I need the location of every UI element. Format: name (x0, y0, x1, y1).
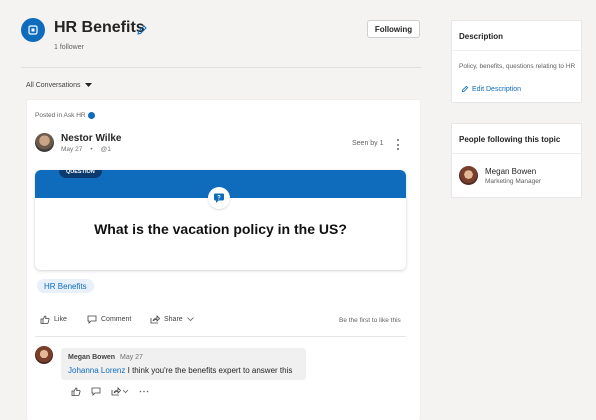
seen-by[interactable]: Seen by 1 (352, 140, 384, 147)
reply-actions (71, 387, 149, 396)
page-title: HR Benefits (54, 19, 145, 36)
filter-label: All Conversations (26, 82, 81, 89)
question-icon: ? (208, 187, 230, 209)
like-label: Like (54, 316, 67, 323)
description-title: Description (459, 32, 504, 41)
thumbs-up-icon (40, 315, 50, 324)
conversation-filter[interactable]: All Conversations (26, 82, 93, 89)
reply-message: I think you're the benefits expert to an… (127, 366, 293, 375)
verified-icon (87, 112, 95, 119)
share-icon[interactable] (111, 387, 129, 396)
like-prompt: Be the first to like this (339, 317, 401, 324)
followers-title: People following this topic (459, 135, 561, 144)
edit-description-link[interactable]: Edit Description (461, 85, 521, 93)
panel-divider (451, 153, 582, 154)
mention-count[interactable]: @1 (101, 146, 111, 153)
comment-icon (87, 315, 97, 324)
topic-tag[interactable]: HR Benefits (37, 279, 94, 293)
panel-divider (451, 50, 582, 51)
reply-author[interactable]: Megan Bowen (68, 354, 115, 361)
reply-date: May 27 (120, 354, 143, 361)
question-box: QUESTION ? What is the vacation policy i… (35, 170, 406, 270)
comment-icon[interactable] (91, 387, 101, 396)
edit-icon (461, 85, 469, 93)
question-text: What is the vacation policy in the US? (94, 221, 347, 237)
avatar[interactable] (459, 166, 478, 185)
avatar[interactable] (35, 133, 54, 152)
topic-icon (21, 18, 45, 42)
description-text: Policy, benefits, questions relating to … (459, 63, 576, 70)
posted-in: Posted in Ask HR (35, 112, 95, 119)
meta-separator: • (90, 146, 93, 153)
edit-description-label: Edit Description (472, 85, 522, 93)
comment-button[interactable]: Comment (87, 315, 131, 324)
share-label: Share (164, 316, 183, 323)
like-button[interactable]: Like (40, 315, 67, 324)
comment-label: Comment (101, 316, 132, 323)
card-divider (35, 336, 406, 337)
share-icon (150, 315, 160, 324)
following-button[interactable]: Following (367, 20, 420, 38)
follower-role: Marketing Manager (485, 178, 541, 185)
thumbs-up-icon[interactable] (71, 387, 81, 396)
header-divider (21, 67, 421, 68)
more-options-icon[interactable] (396, 139, 400, 150)
svg-text:?: ? (217, 195, 221, 201)
mention-link[interactable]: Johanna Lorenz (68, 366, 125, 375)
share-button[interactable]: Share (150, 315, 194, 324)
chevron-down-icon (85, 83, 93, 87)
reply-text: Johanna Lorenz I think you're the benefi… (68, 366, 292, 375)
question-badge: QUESTION (59, 170, 102, 178)
chevron-down-icon (186, 317, 194, 322)
avatar[interactable] (35, 346, 53, 364)
post-date: May 27 (61, 146, 83, 153)
follower-name[interactable]: Megan Bowen (485, 167, 536, 176)
post-author[interactable]: Nestor Wilke (61, 133, 121, 144)
post-meta: May 27 • @1 (61, 146, 111, 153)
more-options-icon[interactable] (139, 390, 149, 393)
reply-bubble (61, 348, 306, 380)
follower-count: 1 follower (54, 44, 84, 51)
edit-title-icon[interactable] (136, 24, 148, 36)
posted-in-label[interactable]: Posted in Ask HR (35, 112, 86, 119)
